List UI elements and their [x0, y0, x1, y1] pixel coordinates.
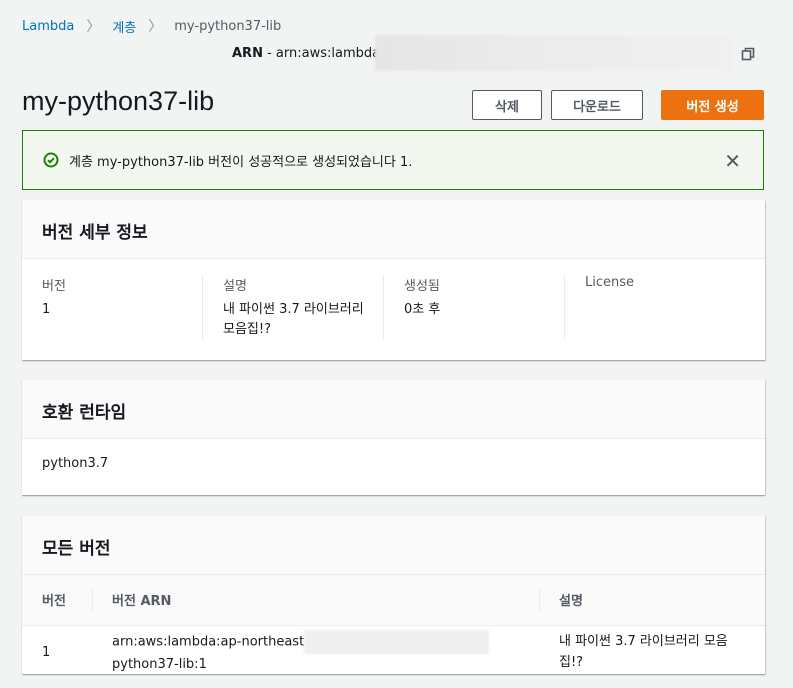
close-icon[interactable]: ✕: [724, 149, 741, 173]
version-details-panel: 버전 세부 정보 버전 1 설명 내 파이썬 3.7 라이브러리 모음집!? 생성됨…: [22, 200, 765, 360]
arn-redacted: [375, 35, 733, 71]
create-version-button[interactable]: 버전 생성: [661, 90, 764, 120]
breadcrumb-layers[interactable]: 계층: [112, 17, 136, 36]
row-version: 1: [42, 644, 51, 660]
arn-line: ARN - arn:aws:lambda: [232, 46, 380, 61]
success-alert: 계층 my-python37-lib 버전이 성공적으로 생성되었습니다 1. …: [22, 130, 764, 190]
field-created: 생성됨 0초 후: [383, 275, 564, 340]
panel-title: 모든 버전: [22, 516, 765, 575]
row-arn: arn:aws:lambda:ap-northeast python37-lib:…: [92, 625, 539, 679]
breadcrumb: Lambda 〉 계층 〉 my-python37-lib: [22, 16, 281, 36]
chevron-right-icon: 〉: [86, 19, 101, 35]
copy-icon[interactable]: [741, 47, 755, 61]
arn-value: - arn:aws:lambda: [267, 46, 381, 61]
page-title: my-python37-lib: [22, 86, 215, 116]
alert-message: 계층 my-python37-lib 버전이 성공적으로 생성되었습니다 1.: [69, 154, 413, 170]
chevron-right-icon: 〉: [148, 19, 163, 35]
arn-redacted: [304, 629, 490, 654]
compatible-runtimes-panel: 호환 런타임 python3.7: [22, 380, 765, 495]
row-description: 내 파이썬 3.7 라이브러리 모음집!?: [559, 634, 728, 670]
delete-button[interactable]: 삭제: [472, 90, 542, 120]
table-row: 1 arn:aws:lambda:ap-northeast python37-li…: [22, 625, 765, 679]
field-license: License: [564, 275, 745, 340]
field-version: 버전 1: [42, 279, 66, 317]
col-arn[interactable]: 버전 ARN: [92, 575, 539, 626]
breadcrumb-current: my-python37-lib: [174, 18, 282, 34]
runtime-value: python3.7: [42, 456, 109, 471]
all-versions-panel: 모든 버전 버전 버전 ARN 설명 1 arn:aws:lambda:ap-nor…: [22, 516, 765, 674]
panel-title: 호환 런타임: [22, 380, 765, 439]
field-description: 설명 내 파이썬 3.7 라이브러리 모음집!?: [202, 275, 383, 340]
col-description[interactable]: 설명: [539, 575, 765, 626]
panel-title: 버전 세부 정보: [22, 200, 765, 259]
versions-table: 버전 버전 ARN 설명 1 arn:aws:lambda:ap-northeast…: [22, 575, 765, 679]
col-version[interactable]: 버전: [22, 575, 92, 626]
breadcrumb-lambda[interactable]: Lambda: [22, 19, 74, 34]
arn-label: ARN: [232, 46, 263, 61]
download-button[interactable]: 다운로드: [551, 90, 643, 120]
check-circle-icon: [43, 152, 59, 168]
